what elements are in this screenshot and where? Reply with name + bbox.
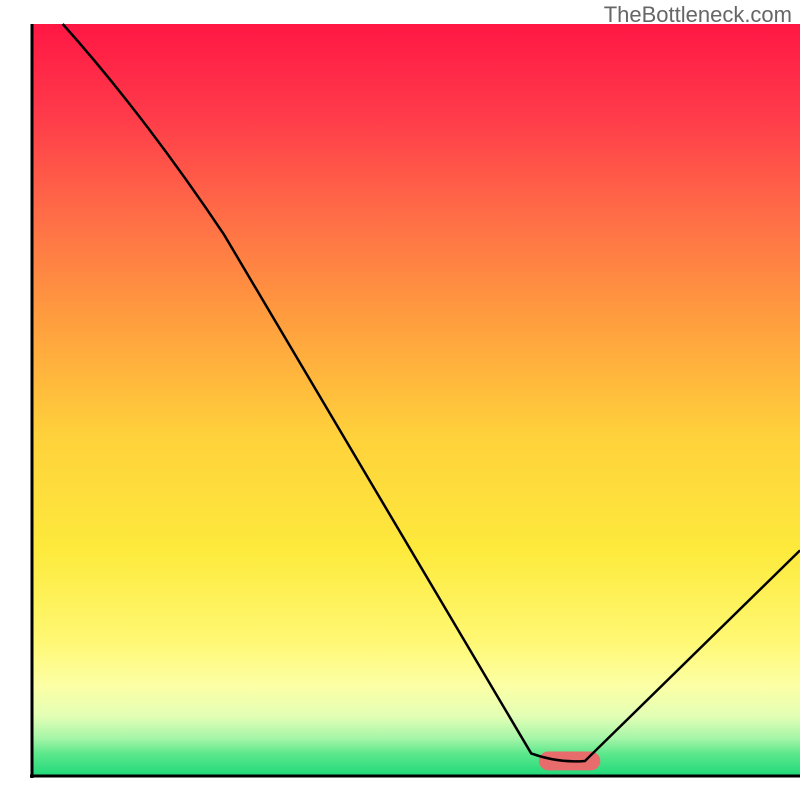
bottleneck-chart bbox=[0, 0, 800, 800]
watermark-text: TheBottleneck.com bbox=[604, 2, 792, 28]
chart-container: TheBottleneck.com bbox=[0, 0, 800, 800]
